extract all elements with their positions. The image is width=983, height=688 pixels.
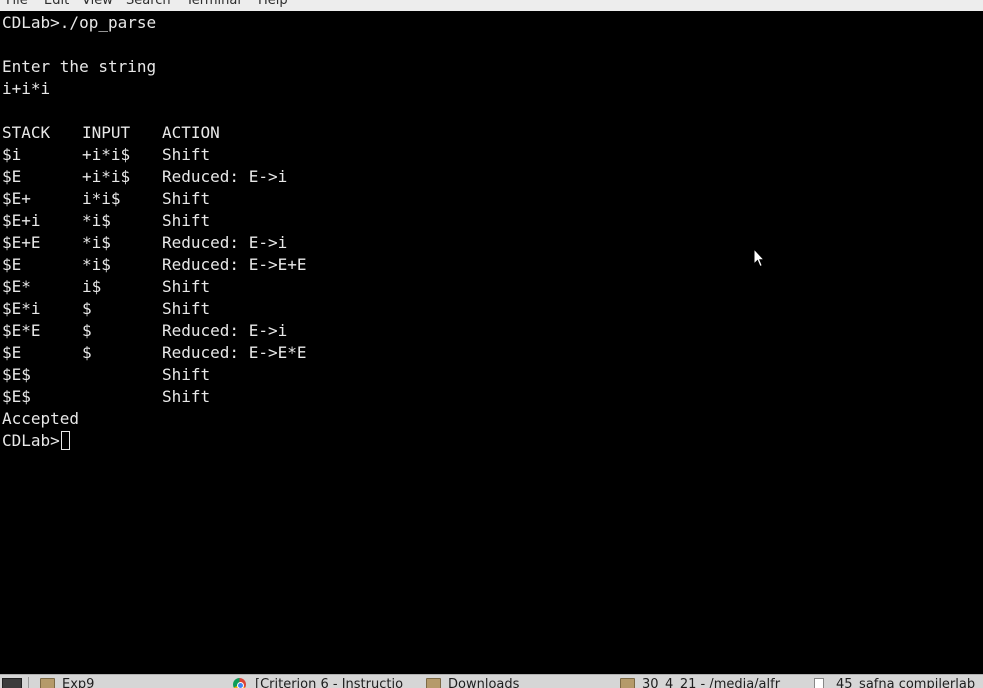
command-line: CDLab>./op_parse	[2, 13, 157, 32]
file-icon	[814, 678, 824, 688]
folder-icon	[40, 678, 55, 688]
stack-cell: $E	[2, 167, 22, 186]
prompt-text: Enter the string	[2, 57, 157, 76]
input-cell: *i$	[82, 211, 111, 230]
action-cell: Reduced: E->i	[162, 233, 288, 252]
task-compilerlab[interactable]: 45_safna compilerlab	[814, 675, 983, 688]
input-cell: $	[82, 343, 92, 362]
table-row: $E* i$ Shift	[2, 276, 402, 298]
input-cell: *i$	[82, 255, 111, 274]
mouse-pointer-icon	[753, 248, 765, 268]
table-row: $E$ Shift	[2, 386, 402, 408]
table-row: $E *i$ Reduced: E->E+E	[2, 254, 402, 276]
menu-terminal[interactable]: Terminal	[186, 0, 241, 10]
menu-help[interactable]: Help	[258, 0, 288, 10]
table-row: $i +i*i$ Shift	[2, 144, 402, 166]
input-cell: +i*i$	[82, 167, 131, 186]
chrome-icon	[233, 678, 246, 688]
header-input: INPUT	[82, 123, 131, 142]
header-action: ACTION	[162, 123, 220, 142]
action-cell: Shift	[162, 277, 211, 296]
action-cell: Shift	[162, 299, 211, 318]
result-text: Accepted	[2, 409, 80, 428]
terminal-menubar: File Edit View Search Terminal Help	[0, 0, 983, 11]
stack-cell: $E$	[2, 365, 31, 384]
show-desktop-icon[interactable]	[2, 678, 22, 688]
table-row: $E+ i*i$ Shift	[2, 188, 402, 210]
final-prompt: CDLab>	[2, 431, 60, 450]
task-chrome[interactable]: [Criterion 6 - Instructio	[233, 675, 413, 688]
task-label: 30_4_21 - /media/alfr	[642, 677, 781, 688]
menu-view[interactable]: View	[82, 0, 113, 10]
stack-cell: $E	[2, 255, 22, 274]
stack-cell: $E*	[2, 277, 31, 296]
table-row: $E*i $ Shift	[2, 298, 402, 320]
text-cursor	[60, 431, 70, 450]
folder-icon	[426, 678, 441, 688]
taskbar-separator	[28, 677, 29, 688]
header-stack: STACK	[2, 123, 51, 142]
action-cell: Shift	[162, 365, 211, 384]
task-label: Exp9	[62, 677, 95, 688]
table-row: $E +i*i$ Reduced: E->i	[2, 166, 402, 188]
stack-cell: $E*E	[2, 321, 41, 340]
terminal-output[interactable]: CDLab>./op_parse Enter the string i+i*i …	[0, 11, 983, 674]
action-cell: Shift	[162, 189, 211, 208]
action-cell: Shift	[162, 211, 211, 230]
table-header: STACK INPUT ACTION	[2, 122, 402, 144]
folder-icon	[620, 678, 635, 688]
stack-cell: $E	[2, 343, 22, 362]
final-prompt-line[interactable]: CDLab>	[2, 430, 70, 452]
action-cell: Shift	[162, 387, 211, 406]
menu-file[interactable]: File	[6, 0, 28, 10]
table-row: $E$ Shift	[2, 364, 402, 386]
input-cell: +i*i$	[82, 145, 131, 164]
menu-search[interactable]: Search	[126, 0, 171, 10]
input-cell: $	[82, 321, 92, 340]
stack-cell: $i	[2, 145, 22, 164]
table-row: $E*E $ Reduced: E->i	[2, 320, 402, 342]
action-cell: Reduced: E->E*E	[162, 343, 307, 362]
input-string: i+i*i	[2, 79, 51, 98]
stack-cell: $E$	[2, 387, 31, 406]
task-label: 45_safna compilerlab	[836, 677, 976, 688]
table-row: $E+E *i$ Reduced: E->i	[2, 232, 402, 254]
menu-edit[interactable]: Edit	[44, 0, 69, 10]
action-cell: Shift	[162, 145, 211, 164]
input-cell: i*i$	[82, 189, 121, 208]
action-cell: Reduced: E->E+E	[162, 255, 307, 274]
action-cell: Reduced: E->i	[162, 167, 288, 186]
table-row: $E $ Reduced: E->E*E	[2, 342, 402, 364]
action-cell: Reduced: E->i	[162, 321, 288, 340]
input-cell: *i$	[82, 233, 111, 252]
task-exp9[interactable]: Exp9	[40, 675, 220, 688]
taskbar: Exp9 [Criterion 6 - Instructio Downloads…	[0, 674, 983, 688]
stack-cell: $E+i	[2, 211, 41, 230]
stack-cell: $E*i	[2, 299, 41, 318]
task-label: [Criterion 6 - Instructio	[255, 677, 404, 688]
task-label: Downloads	[448, 677, 520, 688]
stack-cell: $E+E	[2, 233, 41, 252]
input-cell: i$	[82, 277, 102, 296]
table-row: $E+i *i$ Shift	[2, 210, 402, 232]
input-cell: $	[82, 299, 92, 318]
stack-cell: $E+	[2, 189, 31, 208]
task-media-folder[interactable]: 30_4_21 - /media/alfr	[620, 675, 800, 688]
task-downloads[interactable]: Downloads	[426, 675, 606, 688]
